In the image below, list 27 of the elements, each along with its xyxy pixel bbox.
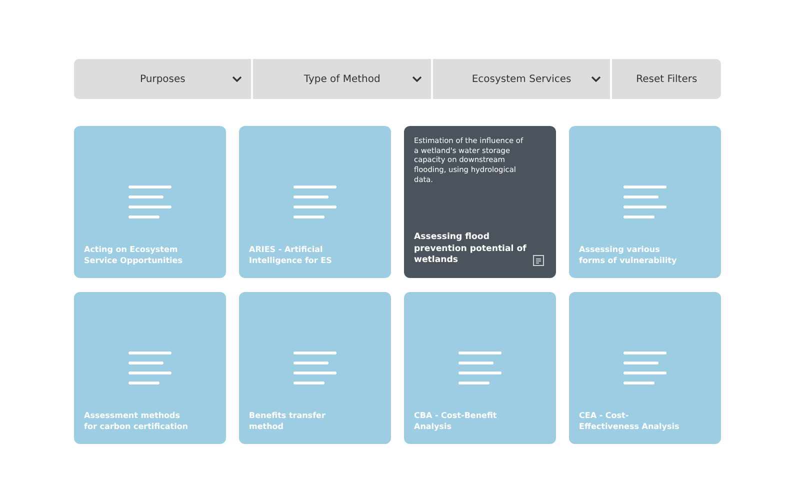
card-title: Assessing flood prevention potential of wetlands	[414, 232, 528, 267]
text-lines-icon	[128, 351, 172, 387]
text-lines-icon	[293, 351, 337, 387]
filter-dropdown[interactable]: Ecosystem Services	[432, 59, 610, 99]
method-card[interactable]: Benefits transfer method	[239, 292, 391, 444]
text-lines-icon	[293, 185, 337, 221]
text-lines-icon	[623, 351, 667, 387]
filter-dropdown[interactable]: Purposes	[74, 59, 252, 99]
card-title: Acting on Ecosystem Service Opportunities	[84, 245, 184, 267]
filter-dropdown[interactable]: Type of Method	[253, 59, 431, 99]
text-lines-icon	[458, 351, 502, 387]
card-title: Assessing various forms of vulnerability	[579, 245, 678, 267]
method-card[interactable]: ARIES - Artificial Intelligence for ES	[239, 126, 391, 278]
card-title: CEA - Cost- Effectiveness Analysis	[579, 411, 680, 433]
card-title: CBA - Cost-Benefit Analysis	[414, 411, 498, 433]
method-card[interactable]: CBA - Cost-Benefit Analysis	[404, 292, 556, 444]
method-card[interactable]: Assessing various forms of vulnerability	[569, 126, 721, 278]
text-lines-icon	[623, 185, 667, 221]
card-title: ARIES - Artificial Intelligence for ES	[249, 245, 333, 267]
card-title: Assessment methods for carbon certification	[84, 411, 190, 433]
method-card[interactable]: Assessment methods for carbon certification	[74, 292, 226, 444]
card-title: Benefits transfer method	[249, 411, 326, 433]
method-card[interactable]: Acting on Ecosystem Service Opportunities	[74, 126, 226, 278]
text-lines-icon	[128, 185, 172, 221]
reset-filters-button[interactable]: Reset Filters	[612, 59, 721, 99]
document-icon[interactable]	[533, 255, 544, 266]
method-card[interactable]: CEA - Cost- Effectiveness Analysis	[569, 292, 721, 444]
